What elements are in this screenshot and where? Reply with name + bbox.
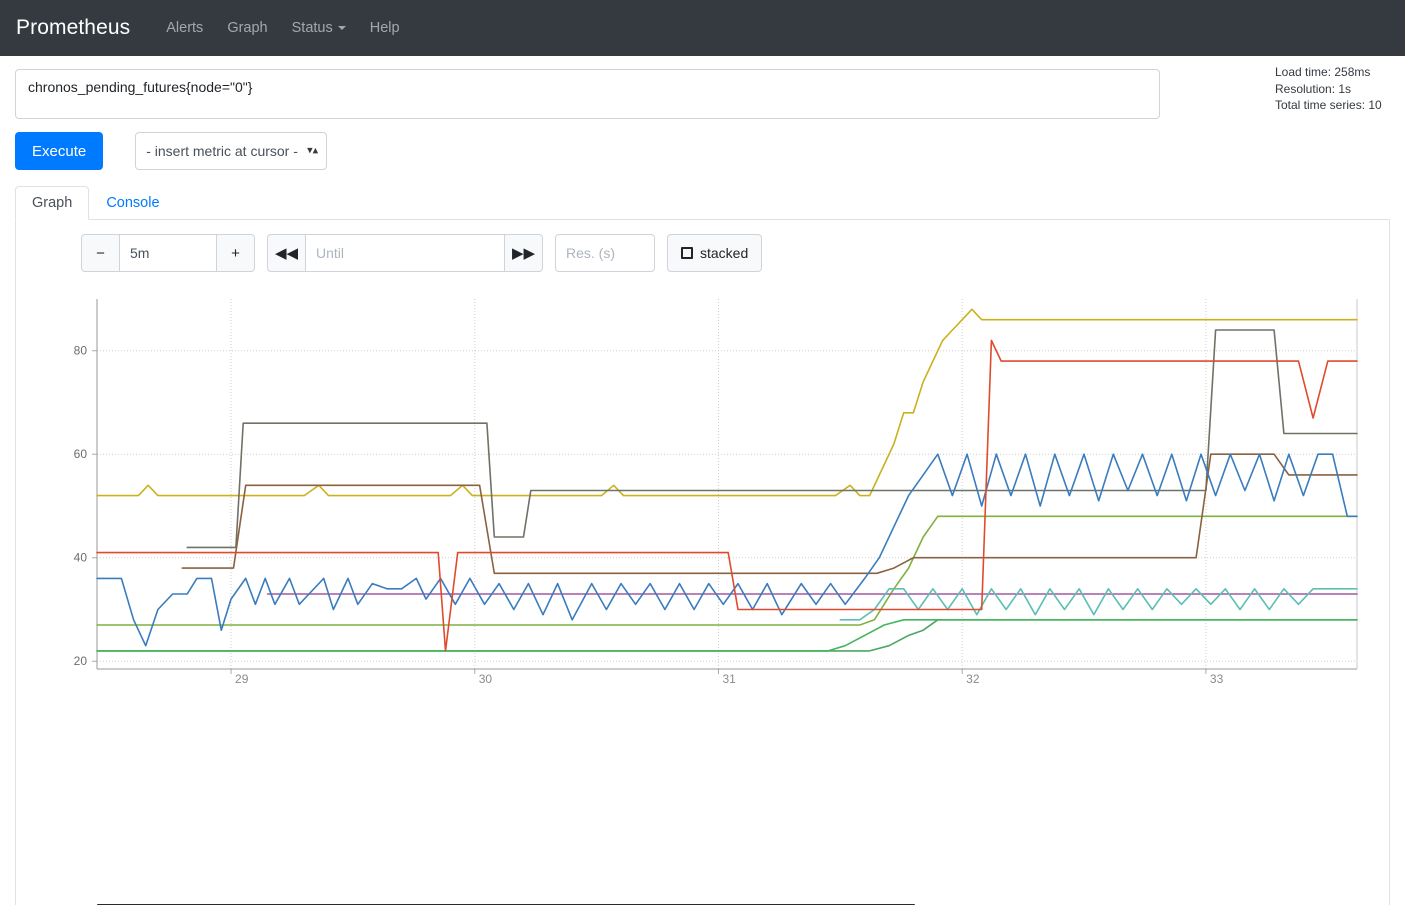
nav-item-graph[interactable]: Graph [215, 12, 279, 44]
graph-chart: 20 40 60 80 29 30 31 32 33 [36, 289, 1359, 689]
tab-graph[interactable]: Graph [15, 186, 90, 220]
metric-select-wrapper: - insert metric at cursor - ▾▴ [119, 132, 328, 170]
stacked-label: stacked [700, 245, 749, 261]
chevron-down-icon [337, 26, 346, 31]
svg-text:40: 40 [74, 551, 88, 565]
nav-item-status-label: Status [291, 20, 333, 36]
tab-console[interactable]: Console [89, 186, 176, 220]
svg-text:80: 80 [74, 344, 88, 358]
nav-item-alerts[interactable]: Alerts [154, 12, 215, 44]
svg-text:20: 20 [74, 654, 88, 668]
page-content: chronos_pending_futures{node="0"} Load t… [0, 56, 1405, 905]
load-time: Load time: 258ms [1275, 65, 1371, 79]
range-input-group: − + [81, 234, 255, 272]
query-stats: Load time: 258ms Resolution: 1s Total ti… [1275, 64, 1405, 114]
graph-panel: − + ◀◀ ▶▶ stacked 204060802930313233 ✓ch… [15, 220, 1390, 905]
panel-tabs: Graph Console [15, 186, 1390, 220]
chart-svg[interactable]: 20 40 60 80 29 30 31 32 33 [36, 289, 1359, 689]
stacked-toggle[interactable]: stacked [667, 234, 763, 272]
svg-text:29: 29 [235, 672, 249, 686]
insert-metric-select[interactable]: - insert metric at cursor - [135, 132, 328, 170]
nav-item-help[interactable]: Help [358, 12, 412, 44]
graph-controls: − + ◀◀ ▶▶ stacked [16, 234, 1389, 272]
svg-text:30: 30 [479, 672, 493, 686]
execute-row: Execute - insert metric at cursor - ▾▴ [15, 132, 1390, 170]
top-navbar: Prometheus Alerts Graph Status Help [0, 0, 1405, 56]
decrease-range-button[interactable]: − [81, 234, 119, 272]
brand-logo[interactable]: Prometheus [16, 16, 130, 40]
svg-text:33: 33 [1210, 672, 1224, 686]
step-forward-button[interactable]: ▶▶ [505, 234, 543, 272]
total-time-series: Total time series: 10 [1275, 98, 1382, 112]
svg-text:32: 32 [966, 672, 980, 686]
svg-text:31: 31 [722, 672, 736, 686]
execute-button[interactable]: Execute [15, 132, 104, 170]
step-backward-button[interactable]: ◀◀ [267, 234, 305, 272]
until-input-group: ◀◀ ▶▶ [267, 234, 543, 272]
until-input[interactable] [305, 234, 505, 272]
nav-links: Alerts Graph Status Help [154, 12, 411, 44]
checkbox-icon [681, 247, 693, 259]
insert-metric-select-value: - insert metric at cursor - [146, 143, 298, 159]
svg-text:60: 60 [74, 447, 88, 461]
resolution-input[interactable] [555, 234, 655, 272]
query-input[interactable]: chronos_pending_futures{node="0"} [15, 69, 1160, 119]
query-row: chronos_pending_futures{node="0"} [15, 56, 1390, 119]
increase-range-button[interactable]: + [217, 234, 255, 272]
nav-item-status[interactable]: Status [280, 12, 358, 44]
resolution: Resolution: 1s [1275, 81, 1352, 96]
range-input[interactable] [119, 234, 217, 272]
